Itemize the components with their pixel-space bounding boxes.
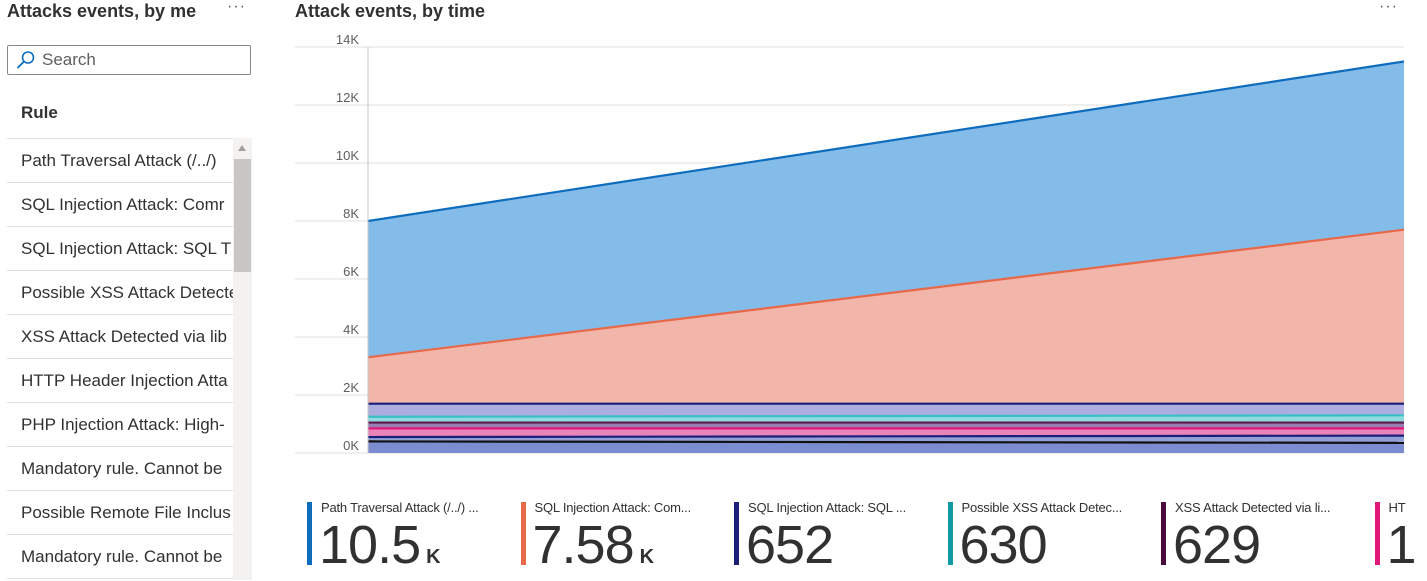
chart-panel: Attack events, by time ··· 0K2K4K6K8K10K…: [283, 0, 1427, 580]
x-tick-label: 10:20 AM: [686, 463, 741, 465]
search-box[interactable]: [7, 45, 251, 75]
legend-item[interactable]: SQL Injection Attack: Com...7.58 K: [521, 500, 721, 580]
y-tick-label: 12K: [336, 90, 359, 105]
legend-label: XSS Attack Detected via li...: [1175, 500, 1330, 515]
legend-label: HT: [1389, 500, 1406, 515]
y-tick-label: 0K: [343, 438, 359, 453]
x-tick-label: 10:15 AM: [600, 463, 655, 465]
rules-panel: Attacks events, by me ··· Rule Path Trav…: [0, 0, 262, 580]
rule-row[interactable]: Mandatory rule. Cannot be: [7, 535, 233, 579]
rule-row[interactable]: PHP Injection Attack: High-: [7, 403, 233, 447]
series-line: [368, 415, 1404, 416]
legend-value: 7.58 K: [533, 516, 655, 580]
rule-row[interactable]: Possible Remote File Inclus: [7, 491, 233, 535]
legend-item[interactable]: Path Traversal Attack (/../) ...10.5 K: [307, 500, 507, 580]
x-tick-label: 10:35 AM: [945, 463, 1000, 465]
rule-row[interactable]: XSS Attack Detected via lib: [7, 315, 233, 359]
y-tick-label: 4K: [343, 322, 359, 337]
rule-column-header[interactable]: Rule: [21, 103, 58, 123]
legend-value-number: 630: [960, 515, 1047, 575]
legend-value-number: 10.5: [319, 515, 420, 575]
y-tick-label: 2K: [343, 380, 359, 395]
x-tick-label: 10:05 AM: [427, 463, 482, 465]
rule-row[interactable]: Possible XSS Attack Detecte: [7, 271, 233, 315]
rule-row[interactable]: HTTP Header Injection Atta: [7, 359, 233, 403]
legend-item[interactable]: HT1: [1375, 500, 1427, 580]
legend-color-bar: [734, 502, 739, 565]
chart-title: Attack events, by time: [295, 0, 485, 22]
area-chart-svg: 0K 2K 4K 6K 8K 10K 12K 14K 10 AM 10:05 AM 10:10 AM…: [295, 35, 1404, 465]
legend-value: 652: [746, 516, 833, 574]
x-tick-label: 10:45 AM: [1118, 463, 1173, 465]
rules-panel-more-button[interactable]: ···: [227, 0, 246, 14]
legend-value-unit: K: [640, 546, 654, 568]
chart-panel-more-button[interactable]: ···: [1379, 0, 1398, 14]
legend-color-bar: [948, 502, 953, 565]
legend-color-bar: [1375, 502, 1380, 565]
search-input[interactable]: [42, 50, 232, 70]
x-tick-label: 10:40 AM: [1031, 463, 1086, 465]
legend-label: SQL Injection Attack: SQL ...: [748, 500, 906, 515]
x-tick-label: 11 AM: [1386, 463, 1404, 465]
x-tick-label: 10:10 AM: [513, 463, 568, 465]
series-line: [368, 441, 1404, 442]
scroll-thumb[interactable]: [234, 159, 251, 272]
legend-value-number: 652: [746, 515, 833, 575]
legend-value: 10.5 K: [319, 516, 441, 580]
scroll-up-arrow-icon[interactable]: [238, 145, 246, 151]
rule-row[interactable]: SQL Injection Attack: Comr: [7, 183, 233, 227]
legend-color-bar: [307, 502, 312, 565]
rule-row[interactable]: Mandatory rule. Cannot be: [7, 447, 233, 491]
legend-label: SQL Injection Attack: Com...: [535, 500, 692, 515]
legend-value: 630: [960, 516, 1047, 574]
legend-label: Possible XSS Attack Detec...: [962, 500, 1123, 515]
legend-value: 629: [1173, 516, 1260, 574]
legend-value-number: 7.58: [533, 515, 634, 575]
y-tick-label: 14K: [336, 35, 359, 47]
rule-row[interactable]: Path Traversal Attack (/../): [7, 139, 233, 183]
series-line: [368, 436, 1404, 437]
legend-label: Path Traversal Attack (/../) ...: [321, 500, 479, 515]
x-tick-label: 10:25 AM: [772, 463, 827, 465]
y-tick-label: 6K: [343, 264, 359, 279]
rules-panel-title: Attacks events, by me: [7, 0, 196, 22]
x-tick-label: 10:55 AM: [1290, 463, 1345, 465]
area-chart: 0K 2K 4K 6K 8K 10K 12K 14K 10 AM 10:05 AM 10:10 AM…: [295, 35, 1404, 465]
chart-legend: Path Traversal Attack (/../) ...10.5KSQL…: [307, 500, 1427, 580]
search-icon: [16, 50, 36, 70]
x-tick-label: 10 AM: [350, 463, 387, 465]
legend-value-unit: K: [426, 546, 440, 568]
rule-list-scrollbar[interactable]: [233, 138, 252, 580]
legend-color-bar: [1161, 502, 1166, 565]
legend-item[interactable]: Possible XSS Attack Detec...630: [948, 500, 1148, 580]
y-tick-label: 10K: [336, 148, 359, 163]
legend-value-number: 1: [1387, 515, 1416, 575]
legend-item[interactable]: XSS Attack Detected via li...629: [1161, 500, 1361, 580]
legend-value-number: 629: [1173, 515, 1260, 575]
x-tick-label: 10:30 AM: [859, 463, 914, 465]
y-tick-label: 8K: [343, 206, 359, 221]
rule-list: Path Traversal Attack (/../) SQL Injecti…: [7, 138, 233, 581]
x-tick-label: 10:50 AM: [1204, 463, 1259, 465]
legend-value: 1: [1387, 516, 1416, 574]
rule-row[interactable]: SQL Injection Attack: SQL T: [7, 227, 233, 271]
legend-item[interactable]: SQL Injection Attack: SQL ...652: [734, 500, 934, 580]
legend-color-bar: [521, 502, 526, 565]
